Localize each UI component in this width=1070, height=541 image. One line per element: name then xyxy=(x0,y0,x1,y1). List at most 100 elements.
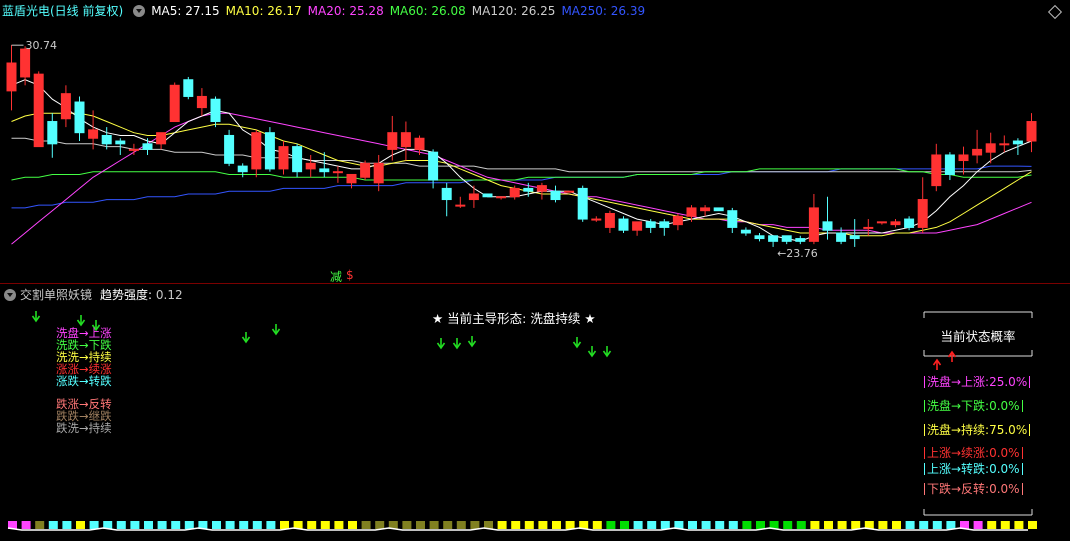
candle-body xyxy=(523,187,534,192)
candle-body xyxy=(904,218,915,228)
signal-s-mark: $ xyxy=(346,268,354,282)
status-square xyxy=(320,521,330,529)
candle-body xyxy=(278,146,289,170)
candle-body xyxy=(577,187,588,220)
status-square xyxy=(511,521,521,529)
status-square xyxy=(756,521,765,529)
candle-body xyxy=(319,168,330,173)
candle-body xyxy=(101,134,112,145)
status-square xyxy=(878,521,888,529)
candle-body xyxy=(400,132,411,148)
candle-body xyxy=(414,137,425,150)
candle-body xyxy=(142,143,153,150)
status-square xyxy=(647,521,657,529)
status-square xyxy=(946,521,956,529)
status-square xyxy=(796,521,806,529)
status-square xyxy=(212,521,221,529)
candle-body xyxy=(183,79,194,97)
candle-body xyxy=(468,193,479,201)
status-square xyxy=(1000,521,1010,529)
candle-body xyxy=(251,132,262,170)
candle-body xyxy=(808,207,819,242)
candle-body xyxy=(958,154,969,162)
candle-body xyxy=(74,101,85,134)
candle-body xyxy=(20,48,31,78)
status-square xyxy=(1014,521,1024,529)
candle-body xyxy=(455,204,466,207)
settings-dropdown-icon[interactable] xyxy=(133,5,146,17)
candle-body xyxy=(591,218,602,221)
candle-body xyxy=(564,190,575,193)
status-square xyxy=(116,521,126,529)
ma-label-1: MA10: 26.17 xyxy=(225,4,302,18)
candle-body xyxy=(836,232,847,242)
candle-body xyxy=(672,215,683,226)
status-square xyxy=(606,521,616,529)
window-restore-icon[interactable] xyxy=(1047,4,1063,20)
probability-item: 上涨→转跌:0.0% xyxy=(924,460,1025,477)
max-price-label: 30.74 xyxy=(26,39,58,52)
candle-body xyxy=(618,218,629,231)
panel-divider xyxy=(0,283,1070,284)
chart-header: 蓝盾光电(日线 前复权) MA5: 27.15 MA10: 26.17 MA20: 2… xyxy=(0,2,651,20)
status-square xyxy=(144,521,153,529)
candle-body xyxy=(346,173,357,184)
ma-label-2: MA20: 25.28 xyxy=(307,4,384,18)
status-square xyxy=(89,521,99,529)
candle-body xyxy=(509,187,520,198)
status-square xyxy=(919,521,929,529)
probability-item: 洗盘→上涨:25.0% xyxy=(924,373,1032,390)
ma-label-4: MA120: 26.25 xyxy=(471,4,556,18)
candle-body xyxy=(931,154,942,187)
candle-body xyxy=(944,154,955,175)
status-square xyxy=(497,521,507,529)
candle-body xyxy=(169,84,180,123)
status-square xyxy=(565,521,575,529)
candle-body xyxy=(686,207,697,217)
status-square xyxy=(905,521,915,529)
indicator-chart[interactable] xyxy=(0,300,1070,541)
status-square xyxy=(429,521,439,529)
candle-body xyxy=(876,221,887,224)
status-square xyxy=(552,521,561,529)
status-square xyxy=(402,521,412,529)
candle-body xyxy=(482,193,493,198)
status-square xyxy=(266,521,276,529)
ma10-line xyxy=(11,112,1032,237)
legend-item: 涨跌→转跌 xyxy=(56,374,112,388)
candle-body xyxy=(700,207,711,212)
candle-body xyxy=(645,221,656,228)
candle-body xyxy=(387,132,398,150)
status-square xyxy=(225,521,235,529)
candle-body xyxy=(373,162,384,184)
status-square xyxy=(76,521,85,529)
candle-body xyxy=(863,226,874,229)
ma-label-3: MA60: 26.08 xyxy=(389,4,466,18)
status-square xyxy=(239,521,249,529)
candle-body xyxy=(713,207,724,212)
candle-body xyxy=(47,121,58,145)
candle-body xyxy=(754,235,765,240)
status-square xyxy=(348,521,357,529)
status-square xyxy=(252,521,262,529)
status-square xyxy=(456,521,466,529)
candle-body xyxy=(727,210,738,228)
candle-body xyxy=(128,148,139,151)
stock-title[interactable]: 蓝盾光电(日线 前复权) xyxy=(2,4,123,18)
status-square xyxy=(48,521,58,529)
candle-body xyxy=(237,165,248,173)
status-square xyxy=(130,521,140,529)
candle-body xyxy=(292,146,303,173)
candle-body xyxy=(822,221,833,231)
candlestick-chart[interactable]: 30.74 ←23.76 xyxy=(0,20,1040,282)
candle-body xyxy=(740,229,751,234)
probability-panel-title: 当前状态概率 xyxy=(940,329,1016,344)
candle-body xyxy=(264,132,275,170)
status-square xyxy=(715,521,725,529)
status-square xyxy=(973,521,983,529)
status-square xyxy=(307,521,317,529)
status-square xyxy=(184,521,194,529)
status-square xyxy=(633,521,643,529)
legend-item: 跌洗→持续 xyxy=(56,421,112,435)
status-square xyxy=(783,521,793,529)
